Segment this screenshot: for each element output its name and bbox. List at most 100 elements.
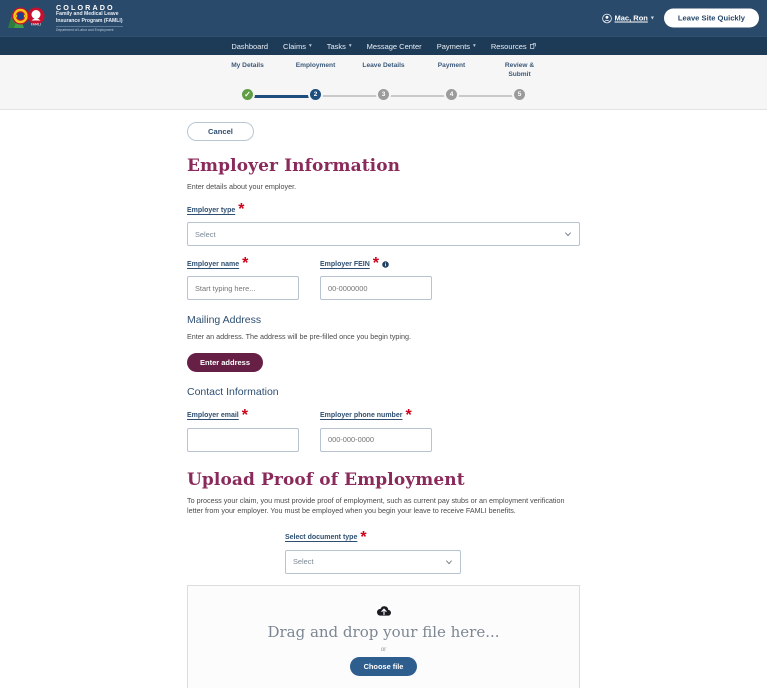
info-icon[interactable] [382, 261, 389, 268]
page-title: Employer Information [187, 156, 401, 176]
employer-name-input[interactable] [187, 276, 299, 301]
step-marker-todo: 4 [444, 87, 459, 103]
chevron-down-icon: ▾ [348, 42, 352, 49]
nav-label: Dashboard [231, 41, 269, 51]
step-node-3[interactable]: 3 [350, 87, 418, 103]
nav-item-payments[interactable]: Payments ▾ [437, 42, 476, 51]
mailing-address-heading: Mailing Address [187, 314, 262, 327]
nav-label: Claims [283, 41, 306, 51]
svg-text:FAMLI: FAMLI [31, 23, 41, 27]
employer-fein-input[interactable] [320, 276, 432, 301]
chevron-down-icon: ▾ [473, 42, 476, 49]
nav-label: Message Center [366, 41, 422, 51]
step-marker-todo: 5 [512, 87, 527, 103]
employer-fein-label: Employer FEIN [320, 260, 370, 268]
masthead-actions: Mac, Ron ▾ Leave Site Quickly [601, 8, 759, 28]
stepper-track: ✓ 2 3 4 5 [214, 87, 554, 103]
required-marker: * [238, 201, 245, 219]
employer-email-label-row: Employer email * [187, 407, 299, 425]
employer-fein-field: Employer FEIN * [320, 255, 432, 301]
document-type-label: Select document type [285, 534, 358, 542]
document-type-field: Select document type * Select [285, 529, 461, 574]
step-label-my-details: My Details [231, 62, 264, 69]
page-content: Cancel Employer Information Enter detail… [187, 110, 580, 688]
document-type-selected-value: Select [293, 557, 314, 567]
nav-item-claims[interactable]: Claims ▾ [283, 42, 312, 51]
logo-state-text: COLORADO [56, 2, 115, 12]
chevron-down-icon: ▾ [308, 42, 312, 49]
page-subtitle: Enter details about your employer. [187, 182, 297, 191]
mailing-address-copy: Enter an address. The address will be pr… [187, 332, 412, 342]
required-marker: * [241, 406, 248, 424]
stepper-labels: My Details Employment Leave Details Paym… [214, 60, 554, 79]
employer-type-selected-value: Select [195, 229, 216, 239]
document-type-label-row: Select document type * [285, 529, 461, 547]
user-menu[interactable]: Mac, Ron ▾ [601, 13, 654, 23]
step-marker-active: 2 [308, 87, 323, 103]
employer-name-label-row: Employer name * [187, 255, 299, 273]
nav-item-dashboard[interactable]: Dashboard [231, 42, 268, 51]
employer-phone-label-row: Employer phone number * [320, 407, 432, 425]
external-link-icon [529, 43, 536, 49]
step-node-5[interactable]: 5 [486, 87, 554, 103]
employer-phone-input[interactable] [320, 427, 432, 452]
employer-phone-label: Employer phone number [320, 412, 403, 420]
choose-file-button[interactable]: Choose file [349, 656, 418, 676]
employer-type-select[interactable]: Select [187, 222, 580, 247]
employer-email-label: Employer email [187, 412, 239, 420]
user-name-label: Mac, Ron [614, 13, 648, 23]
step-label-review-submit: Review & Submit [504, 62, 535, 78]
employer-type-label-row: Employer type * [187, 201, 580, 219]
masthead: FAMLI COLORADO Family and Medical Leave … [0, 0, 767, 36]
employer-phone-field: Employer phone number * [320, 407, 432, 452]
step-label-payment: Payment [437, 62, 466, 69]
logo-department-text: Department of Labor and Employment [56, 26, 123, 32]
employer-type-field: Employer type * Select [187, 201, 580, 247]
upload-section-copy: To process your claim, you must provide … [187, 495, 565, 516]
site-logo[interactable]: FAMLI COLORADO Family and Medical Leave … [4, 3, 123, 33]
nav-label: Payments [436, 41, 471, 51]
colorado-famli-logo-icon: FAMLI [8, 7, 45, 28]
required-marker: * [360, 528, 367, 546]
enter-address-button[interactable]: Enter address [187, 352, 264, 372]
employer-fein-label-row: Employer FEIN * [320, 255, 432, 273]
contact-fields-row: Employer email * Employer phone number * [187, 407, 580, 452]
progress-stepper: My Details Employment Leave Details Paym… [0, 55, 767, 110]
required-marker: * [405, 406, 412, 424]
logo-program-line1: Family and Medical Leave [56, 11, 119, 18]
step-node-1[interactable]: ✓ [214, 87, 282, 103]
step-node-2[interactable]: 2 [282, 87, 350, 103]
nav-label: Resources [490, 41, 527, 51]
employer-name-label: Employer name [187, 260, 240, 268]
check-icon: ✓ [244, 89, 251, 99]
employer-email-input[interactable] [187, 427, 299, 452]
step-label-employment: Employment [295, 62, 336, 69]
document-type-select[interactable]: Select [285, 549, 461, 574]
file-dropzone[interactable]: Drag and drop your file here... or Choos… [187, 584, 580, 688]
chevron-down-icon [446, 560, 452, 564]
chevron-down-icon: ▾ [650, 15, 654, 22]
main-navigation: Dashboard Claims ▾ Tasks ▾ Message Cente… [0, 36, 767, 55]
contact-information-heading: Contact Information [187, 385, 279, 398]
nav-item-tasks[interactable]: Tasks ▾ [327, 42, 352, 51]
chevron-down-icon [565, 232, 571, 237]
step-node-4[interactable]: 4 [418, 87, 486, 103]
nav-item-resources[interactable]: Resources [491, 42, 536, 51]
dropzone-text: Drag and drop your file here... [267, 622, 500, 641]
cancel-button-top[interactable]: Cancel [187, 122, 254, 141]
step-marker-todo: 3 [376, 87, 391, 103]
step-marker-done: ✓ [240, 87, 255, 103]
user-avatar-icon [601, 13, 612, 23]
nav-item-message-center[interactable]: Message Center [367, 42, 422, 51]
employer-email-field: Employer email * [187, 407, 299, 452]
step-label-leave-details: Leave Details [362, 62, 405, 69]
nav-label: Tasks [326, 41, 346, 51]
required-marker: * [242, 255, 249, 273]
dropzone-or-text: or [380, 645, 387, 653]
leave-site-quickly-button[interactable]: Leave Site Quickly [663, 8, 759, 28]
employer-name-fein-row: Employer name* Employer FEIN* [187, 255, 580, 301]
employer-name-field: Employer name * [187, 255, 299, 301]
cloud-upload-icon [376, 606, 391, 616]
upload-section-title: Upload Proof of Employment [187, 469, 465, 490]
required-marker: * [372, 255, 380, 273]
